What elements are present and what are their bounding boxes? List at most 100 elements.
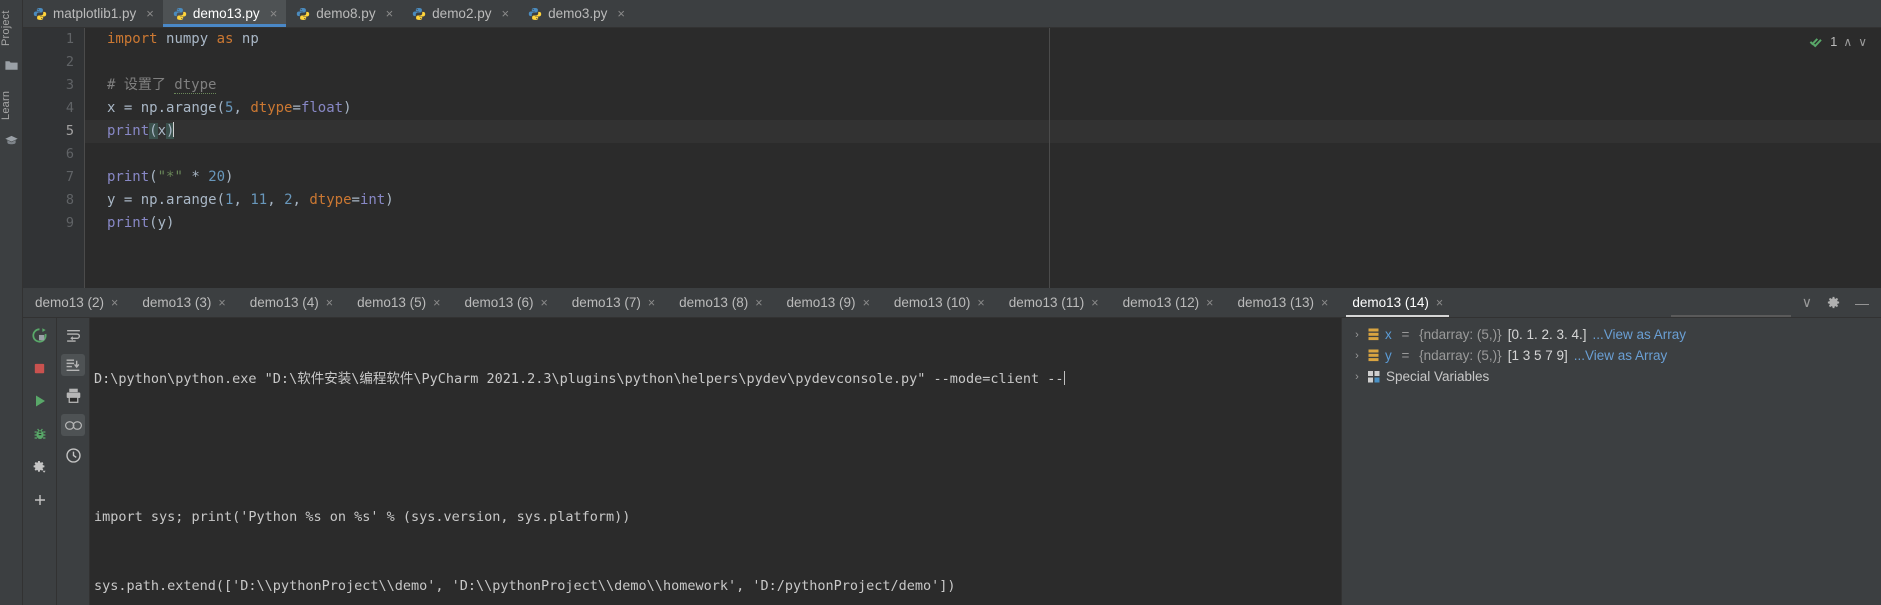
editor-tab-demo3[interactable]: demo3.py × [518, 0, 634, 27]
close-icon[interactable]: × [540, 296, 547, 310]
close-icon[interactable]: × [326, 296, 333, 310]
history-icon[interactable] [61, 444, 85, 466]
view-as-array-link[interactable]: ...View as Array [1574, 348, 1668, 363]
debug-icon[interactable] [28, 423, 52, 445]
console-tab-label: demo13 (12) [1122, 295, 1200, 310]
close-icon[interactable]: × [1206, 296, 1213, 310]
console-tab-label: demo13 (14) [1352, 295, 1429, 310]
close-icon[interactable]: × [648, 296, 655, 310]
close-icon[interactable]: × [863, 296, 870, 310]
inspection-widget[interactable]: 1 ∧ ∨ [1809, 34, 1867, 49]
variable-row-y[interactable]: › y = {ndarray: (5,)} [1 3 5 7 9] ...Vie… [1342, 345, 1881, 366]
variable-type: {ndarray: (5,)} [1419, 348, 1502, 363]
code-line-7: print("*" * 20) [107, 169, 234, 185]
close-icon[interactable]: × [501, 7, 509, 20]
special-variables-label: Special Variables [1386, 369, 1490, 384]
close-icon[interactable]: × [1091, 296, 1098, 310]
code-area[interactable]: import numpy as np # 设置了 dtype x = np.ar… [85, 28, 1881, 288]
chevron-right-icon[interactable]: › [1352, 371, 1362, 383]
console-tab-demo13-11[interactable]: demo13 (11) × [997, 288, 1111, 317]
rerun-icon[interactable] [28, 324, 52, 346]
console-tab-demo13-8[interactable]: demo13 (8) × [667, 288, 774, 317]
console-tab-demo13-9[interactable]: demo13 (9) × [775, 288, 882, 317]
close-icon[interactable]: × [218, 296, 225, 310]
editor-gutter[interactable]: 1 2 3 4 5 6 7 8 9 [23, 28, 85, 288]
code-line-4: x = np.arange(5, dtype=float) [107, 100, 352, 116]
console-tab-demo13-6[interactable]: demo13 (6) × [452, 288, 559, 317]
close-icon[interactable]: × [1436, 296, 1443, 310]
variable-type: {ndarray: (5,)} [1419, 327, 1502, 342]
stop-icon[interactable] [28, 357, 52, 379]
chevron-right-icon[interactable]: › [1352, 329, 1362, 341]
editor-tab-demo2[interactable]: demo2.py × [402, 0, 518, 27]
console-tab-demo13-3[interactable]: demo13 (3) × [130, 288, 237, 317]
console-tab-demo13-7[interactable]: demo13 (7) × [560, 288, 667, 317]
close-icon[interactable]: × [755, 296, 762, 310]
scroll-to-end-icon[interactable] [61, 354, 85, 376]
editor-tab-label: matplotlib1.py [53, 6, 137, 21]
close-icon[interactable]: × [270, 7, 278, 20]
variable-name: y [1385, 348, 1392, 363]
special-variables-icon [1368, 370, 1380, 383]
console-tab-demo13-5[interactable]: demo13 (5) × [345, 288, 452, 317]
close-icon[interactable]: × [111, 296, 118, 310]
settings-icon[interactable] [28, 456, 52, 478]
variable-row-x[interactable]: › x = {ndarray: (5,)} [0. 1. 2. 3. 4.] .… [1342, 324, 1881, 345]
line-number: 2 [65, 54, 74, 70]
view-as-array-link[interactable]: ...View as Array [1593, 327, 1687, 342]
close-icon[interactable]: × [386, 7, 394, 20]
console-tab-demo13-12[interactable]: demo13 (12) × [1111, 288, 1226, 317]
editor-tab-label: demo3.py [548, 6, 608, 21]
soft-wrap-icon[interactable] [61, 324, 85, 346]
close-icon[interactable]: × [617, 7, 625, 20]
code-line-9: print(y) [107, 215, 175, 231]
python-file-icon [296, 7, 310, 21]
line-number: 5 [65, 123, 74, 139]
code-line-1: import numpy as np [107, 31, 259, 47]
close-icon[interactable]: × [433, 296, 440, 310]
editor-tab-demo8[interactable]: demo8.py × [286, 0, 402, 27]
print-icon[interactable] [61, 384, 85, 406]
line-number: 3 [65, 77, 74, 93]
chevron-right-icon[interactable]: › [1352, 350, 1362, 362]
console-output-pane[interactable]: D:\python\python.exe "D:\软件安装\编程软件\PyCha… [89, 318, 1341, 605]
special-variables-row[interactable]: › Special Variables [1342, 366, 1881, 387]
sidebar-item-learn[interactable]: Learn [0, 82, 23, 128]
console-tab-actions: ∨ — [1790, 288, 1881, 317]
inspection-ok-icon [1809, 34, 1824, 49]
run-icon[interactable] [28, 390, 52, 412]
console-tab-demo13-13[interactable]: demo13 (13) × [1225, 288, 1340, 317]
console-tab-demo13-10[interactable]: demo13 (10) × [882, 288, 997, 317]
array-icon [1368, 328, 1379, 341]
variable-value: [1 3 5 7 9] [1507, 348, 1568, 363]
line-number: 1 [65, 31, 74, 47]
sidebar-item-project[interactable]: Project [0, 2, 23, 54]
minimize-icon[interactable]: — [1855, 295, 1869, 311]
variables-panel[interactable]: › x = {ndarray: (5,)} [0. 1. 2. 3. 4.] .… [1341, 318, 1881, 605]
console-line-syspath: sys.path.extend(['D:\\pythonProject\\dem… [94, 578, 956, 594]
console-line-command: D:\python\python.exe "D:\软件安装\编程软件\PyCha… [94, 368, 1341, 391]
console-tab-demo13-2[interactable]: demo13 (2) × [23, 288, 130, 317]
python-file-icon [412, 7, 426, 21]
console-tab-demo13-4[interactable]: demo13 (4) × [238, 288, 345, 317]
plus-icon[interactable] [28, 489, 52, 511]
console-tab-label: demo13 (5) [357, 295, 427, 310]
code-editor[interactable]: 1 2 3 4 5 6 7 8 9 import numpy as np # 设… [23, 28, 1881, 288]
chevron-down-icon[interactable]: ∨ [1858, 35, 1867, 49]
close-icon[interactable]: × [1321, 296, 1328, 310]
close-icon[interactable]: × [977, 296, 984, 310]
python-file-icon [33, 7, 47, 21]
code-line-3: # 设置了 dtype [107, 77, 217, 94]
editor-tab-matplotlib1[interactable]: matplotlib1.py × [23, 0, 163, 27]
close-icon[interactable]: × [146, 7, 154, 20]
show-variables-icon[interactable] [61, 414, 85, 436]
console-tab-demo13-14[interactable]: demo13 (14) × [1340, 288, 1455, 317]
chevron-up-icon[interactable]: ∧ [1843, 35, 1852, 49]
chevron-down-icon[interactable]: ∨ [1802, 294, 1812, 311]
gear-icon[interactable] [1826, 295, 1841, 310]
editor-tab-demo13[interactable]: demo13.py × [162, 0, 287, 27]
python-file-icon [528, 7, 542, 21]
console-tab-label: demo13 (6) [464, 295, 534, 310]
